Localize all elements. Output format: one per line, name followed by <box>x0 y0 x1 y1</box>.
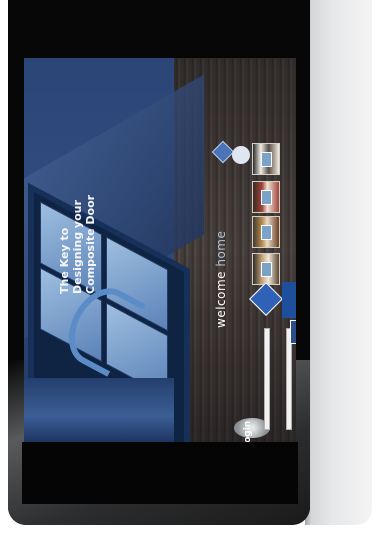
headline: The Key to Designing your Composite Door <box>58 154 97 294</box>
door-style-thumbnail[interactable] <box>252 253 280 285</box>
welcome-prefix: welcome <box>214 266 228 328</box>
headline-line: Designing your <box>71 200 84 294</box>
welcome-heading: welcome home <box>214 231 228 328</box>
login-title: login <box>243 420 253 442</box>
device-back-panel <box>305 0 372 525</box>
login-button[interactable] <box>290 320 296 344</box>
headline-line: Composite Door <box>84 194 97 294</box>
door-style-thumbnail[interactable] <box>252 143 280 175</box>
username-input[interactable] <box>264 328 270 430</box>
welcome-suffix: home <box>214 230 228 267</box>
brand-logo-icon <box>232 146 250 164</box>
door-style-thumbnail[interactable] <box>252 181 280 213</box>
door-style-thumbnail[interactable] <box>252 216 280 248</box>
tablet-screen: The Key to Designing your Composite Door… <box>24 58 296 442</box>
tablet-bezel-bottom <box>22 442 298 504</box>
accreditation-label-badge <box>282 282 296 318</box>
headline-line: The Key to <box>58 227 71 294</box>
door-lower-panel <box>24 378 174 442</box>
